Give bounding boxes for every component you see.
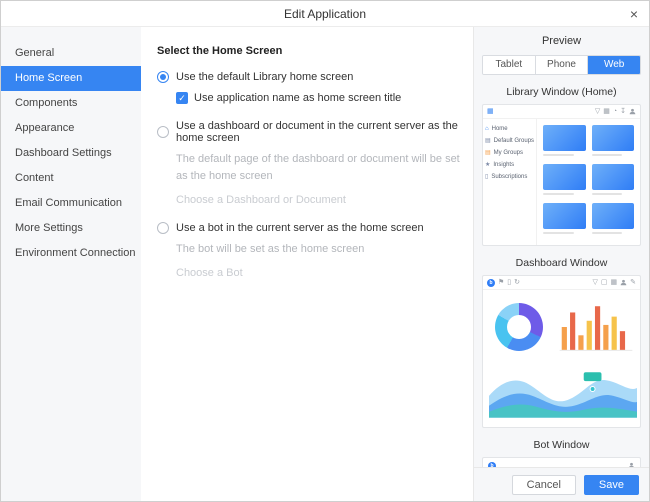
checkbox-label: Use application name as home screen titl… [194, 92, 401, 104]
close-icon[interactable]: × [619, 1, 649, 26]
home-icon: ⌂ [485, 126, 489, 132]
donut-chart-thumbnail [495, 303, 543, 351]
grid-icon: ▦ [487, 108, 494, 115]
folder-icon: ▤ [485, 150, 491, 156]
bot-preview-toolbar: b [483, 458, 640, 467]
option-app-name-title[interactable]: ✓ Use application name as home screen ti… [176, 92, 461, 104]
settings-sidebar: General Home Screen Components Appearanc… [1, 27, 141, 501]
preview-title: Preview [482, 35, 641, 47]
bot-preview: b [482, 457, 641, 467]
dialog-footer: Cancel Save [474, 467, 649, 501]
sidebar-item-components[interactable]: Components [1, 91, 141, 116]
sidebar-item-appearance[interactable]: Appearance [1, 116, 141, 141]
library-nav-default-groups: ▤ Default Groups [485, 135, 534, 147]
title-bar: Edit Application × [1, 1, 649, 27]
grid-icon: ▦ [611, 279, 618, 286]
save-button[interactable]: Save [584, 475, 639, 495]
library-card [543, 203, 586, 236]
option-bot-description: The bot will be set as the home screen [176, 241, 461, 258]
area-chart-thumbnail [489, 362, 637, 418]
bar-chart-thumbnail [558, 300, 634, 354]
radio-unselected-icon[interactable] [157, 222, 169, 234]
edit-application-dialog: Edit Application × General Home Screen C… [0, 0, 650, 502]
library-nav-label: Home [492, 126, 508, 132]
section-heading: Select the Home Screen [157, 45, 461, 57]
library-nav-label: Subscriptions [491, 174, 527, 180]
library-card [592, 203, 635, 236]
library-card-grid [537, 119, 640, 245]
sidebar-item-email-communication[interactable]: Email Communication [1, 191, 141, 216]
library-nav-my-groups: ▤ My Groups [485, 147, 534, 159]
refresh-icon: ↻ [514, 279, 520, 286]
filter-icon: ▽ [592, 279, 597, 286]
home-screen-settings: Select the Home Screen Use the default L… [141, 27, 473, 501]
tab-web[interactable]: Web [588, 56, 640, 74]
library-card [592, 164, 635, 197]
sidebar-item-content[interactable]: Content [1, 166, 141, 191]
option-dashboard-home[interactable]: Use a dashboard or document in the curre… [157, 120, 461, 144]
sidebar-item-general[interactable]: General [1, 41, 141, 66]
radio-unselected-icon[interactable] [157, 126, 169, 138]
box-icon: ▢ [601, 279, 608, 286]
sidebar-item-environment-connection[interactable]: Environment Connection [1, 241, 141, 266]
library-nav-label: Insights [493, 162, 514, 168]
dashboard-preview-body [483, 290, 640, 427]
dialog-body: General Home Screen Components Appearanc… [1, 27, 649, 501]
library-card [592, 125, 635, 158]
library-nav-label: My Groups [494, 150, 523, 156]
user-icon [629, 106, 636, 118]
choose-bot-link[interactable]: Choose a Bot [176, 267, 461, 279]
option-bot-label: Use a bot in the current server as the h… [176, 222, 424, 234]
library-nav-label: Default Groups [494, 138, 534, 144]
user-icon [628, 460, 635, 468]
option-default-library[interactable]: Use the default Library home screen [157, 71, 461, 83]
dialog-title: Edit Application [284, 7, 366, 21]
download-icon: ↧ [620, 108, 626, 115]
library-preview-toolbar: ▦ ▽ ▦ ◔ ↧ [483, 105, 640, 119]
bookmark-icon: ▯ [507, 279, 511, 286]
app-logo-icon: b [487, 279, 495, 287]
library-preview-body: ⌂ Home ▤ Default Groups ▤ My Groups [483, 119, 640, 245]
option-dashboard-description: The default page of the dashboard or doc… [176, 151, 461, 185]
checkbox-checked-icon[interactable]: ✓ [176, 92, 188, 104]
library-card [543, 164, 586, 197]
library-window-title: Library Window (Home) [482, 86, 641, 98]
library-nav-insights: ★ Insights [485, 159, 534, 171]
preview-scroll-area[interactable]: Preview Tablet Phone Web Library Window … [474, 27, 649, 467]
star-icon: ★ [485, 162, 490, 168]
tab-phone[interactable]: Phone [536, 56, 589, 74]
library-nav-subscriptions: ▯ Subscriptions [485, 171, 534, 183]
sidebar-item-dashboard-settings[interactable]: Dashboard Settings [1, 141, 141, 166]
sidebar-item-home-screen[interactable]: Home Screen [1, 66, 141, 91]
tab-tablet[interactable]: Tablet [483, 56, 536, 74]
dashboard-window-title: Dashboard Window [482, 257, 641, 269]
preview-panel: Preview Tablet Phone Web Library Window … [473, 27, 649, 501]
filter-icon: ▽ [595, 108, 600, 115]
dashboard-preview: b ⚑ ▯ ↻ ▽ ▢ ▦ ✎ [482, 275, 641, 428]
radio-selected-icon[interactable] [157, 71, 169, 83]
bookmark-icon: ▯ [485, 174, 488, 180]
sidebar-item-more-settings[interactable]: More Settings [1, 216, 141, 241]
library-card [543, 125, 586, 158]
device-tabs: Tablet Phone Web [482, 55, 641, 75]
clock-icon: ◔ [613, 108, 617, 115]
bot-window-title: Bot Window [482, 439, 641, 451]
library-preview: ▦ ▽ ▦ ◔ ↧ ⌂ Home [482, 104, 641, 246]
flag-icon: ⚑ [498, 279, 504, 286]
option-default-library-label: Use the default Library home screen [176, 71, 353, 83]
choose-dashboard-link[interactable]: Choose a Dashboard or Document [176, 194, 461, 206]
grid-view-icon: ▦ [603, 108, 610, 115]
library-nav-home: ⌂ Home [485, 123, 534, 135]
pencil-icon: ✎ [630, 279, 636, 286]
user-icon [620, 277, 627, 289]
cancel-button[interactable]: Cancel [512, 475, 576, 495]
library-preview-sidebar: ⌂ Home ▤ Default Groups ▤ My Groups [483, 119, 537, 245]
option-bot-home[interactable]: Use a bot in the current server as the h… [157, 222, 461, 234]
folder-icon: ▤ [485, 138, 491, 144]
option-dashboard-label: Use a dashboard or document in the curre… [176, 120, 461, 144]
dashboard-preview-toolbar: b ⚑ ▯ ↻ ▽ ▢ ▦ ✎ [483, 276, 640, 290]
